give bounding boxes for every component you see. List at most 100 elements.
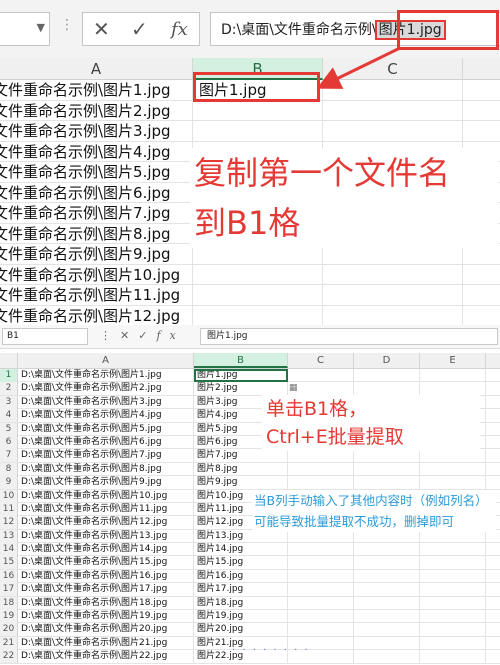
cell-b[interactable]: 图片19.jpg [194, 610, 288, 624]
row-header[interactable]: 3 [0, 395, 18, 409]
cell-c[interactable] [288, 610, 354, 624]
cell-c[interactable] [288, 556, 354, 570]
cell-d[interactable] [354, 623, 420, 637]
cell-a[interactable]: D:\桌面\文件重命名示例\图片6.jpg [18, 435, 194, 449]
cell-a[interactable]: D:\桌面\文件重命名示例\图片4.jpg [18, 409, 194, 423]
cell-c[interactable] [288, 543, 354, 557]
cell-a[interactable]: D:\桌面\文件重命名示例\图片8.jpg [18, 462, 194, 476]
cell-b[interactable]: 图片18.jpg [194, 596, 288, 610]
cell-e[interactable] [420, 369, 486, 382]
row-header[interactable]: 9 [0, 476, 18, 490]
cell-c[interactable] [288, 369, 354, 382]
cell-b[interactable]: 图片2.jpg [194, 382, 288, 396]
cell-b[interactable]: 图片8.jpg [194, 462, 288, 476]
row-header[interactable]: 5 [0, 422, 18, 436]
row-header[interactable]: 14 [0, 543, 18, 557]
row-header[interactable]: 10 [0, 489, 18, 503]
row-header[interactable]: 22 [0, 650, 18, 664]
cell-b[interactable]: 图片14.jpg [194, 543, 288, 557]
cell-e[interactable] [420, 623, 486, 637]
cell-d[interactable] [354, 449, 420, 463]
cell-e[interactable] [420, 636, 486, 650]
column-header-d[interactable]: D [354, 353, 420, 368]
cell-e[interactable] [420, 449, 486, 463]
cell-a[interactable]: D:\桌面\文件重命名示例\图片10.jpg [18, 489, 194, 503]
cell-e[interactable] [420, 583, 486, 597]
cell-a[interactable]: D:\桌面\文件重命名示例\图片9.jpg [18, 476, 194, 490]
cell-c[interactable] [288, 623, 354, 637]
column-header-e[interactable]: E [420, 353, 486, 368]
cell-a[interactable]: D:\桌面\文件重命名示例\图片12.jpg [18, 516, 194, 530]
cell-a[interactable]: D:\桌面\文件重命名示例\图片11.jpg [18, 502, 194, 516]
cell-e[interactable] [420, 543, 486, 557]
cell-a[interactable]: D:\桌面\文件重命名示例\图片14.jpg [18, 543, 194, 557]
cell-d[interactable] [354, 556, 420, 570]
cell-e[interactable] [420, 569, 486, 583]
name-box-small[interactable]: B1 [2, 328, 88, 345]
column-header-b[interactable]: B [194, 353, 288, 368]
cell-a[interactable]: D:\桌面\文件重命名示例\图片1.jpg [18, 369, 194, 382]
row-header[interactable]: 19 [0, 610, 18, 624]
select-all-corner[interactable] [0, 353, 18, 368]
cell-d[interactable] [354, 543, 420, 557]
cell-d[interactable] [354, 610, 420, 624]
cell-a[interactable]: D:\桌面\文件重命名示例\图片7.jpg [18, 449, 194, 463]
row-header[interactable]: 6 [0, 435, 18, 449]
cell-c[interactable] [288, 583, 354, 597]
cell-e[interactable] [420, 650, 486, 664]
cell-a[interactable]: D:\桌面\文件重命名示例\图片16.jpg [18, 569, 194, 583]
cell-e[interactable] [420, 610, 486, 624]
cell-c[interactable] [288, 449, 354, 463]
row-header[interactable]: 15 [0, 556, 18, 570]
column-header-c[interactable]: C [288, 353, 354, 368]
cell-a[interactable]: D:\桌面\文件重命名示例\图片19.jpg [18, 610, 194, 624]
row-header[interactable]: 20 [0, 623, 18, 637]
cell-e[interactable] [420, 556, 486, 570]
cell-b[interactable]: 图片9.jpg [194, 476, 288, 490]
cell-c[interactable] [288, 476, 354, 490]
cell-d[interactable] [354, 583, 420, 597]
cell-d[interactable] [354, 369, 420, 382]
cell-b[interactable]: 图片17.jpg [194, 583, 288, 597]
cell-d[interactable] [354, 596, 420, 610]
cell-b[interactable]: 图片7.jpg [194, 449, 288, 463]
cell-d[interactable] [354, 569, 420, 583]
cell-e[interactable] [420, 462, 486, 476]
cell-c[interactable] [288, 462, 354, 476]
cell-d[interactable] [354, 462, 420, 476]
row-header[interactable]: 18 [0, 596, 18, 610]
flash-fill-icon[interactable]: ▦ [289, 383, 298, 393]
cell-a[interactable]: D:\桌面\文件重命名示例\图片18.jpg [18, 596, 194, 610]
cell-a[interactable]: D:\桌面\文件重命名示例\图片15.jpg [18, 556, 194, 570]
row-header[interactable]: 16 [0, 569, 18, 583]
cell-e[interactable] [420, 476, 486, 490]
row-header[interactable]: 4 [0, 409, 18, 423]
cell-a[interactable]: D:\桌面\文件重命名示例\图片3.jpg [18, 395, 194, 409]
cell-b[interactable]: 图片15.jpg [194, 556, 288, 570]
cell-d[interactable] [354, 636, 420, 650]
cell-a[interactable]: D:\桌面\文件重命名示例\图片2.jpg [18, 382, 194, 396]
cell-a[interactable]: D:\桌面\文件重命名示例\图片17.jpg [18, 583, 194, 597]
cell-a[interactable]: D:\桌面\文件重命名示例\图片20.jpg [18, 623, 194, 637]
row-header[interactable]: 21 [0, 636, 18, 650]
row-header[interactable]: 7 [0, 449, 18, 463]
row-header[interactable]: 11 [0, 502, 18, 516]
cell-d[interactable] [354, 476, 420, 490]
cell-e[interactable] [420, 596, 486, 610]
cell-e[interactable] [420, 382, 486, 396]
column-header-a[interactable]: A [18, 353, 194, 368]
row-header[interactable]: 2 [0, 382, 18, 396]
row-header[interactable]: 17 [0, 583, 18, 597]
cell-c[interactable] [288, 596, 354, 610]
cell-d[interactable] [354, 650, 420, 664]
row-header[interactable]: 12 [0, 516, 18, 530]
row-header[interactable]: 1 [0, 369, 18, 382]
cell-a[interactable]: D:\桌面\文件重命名示例\图片13.jpg [18, 529, 194, 543]
cell-b[interactable]: 图片16.jpg [194, 569, 288, 583]
row-header[interactable]: 8 [0, 462, 18, 476]
cell-d[interactable] [354, 382, 420, 396]
row-header[interactable]: 13 [0, 529, 18, 543]
cell-b[interactable]: 图片20.jpg [194, 623, 288, 637]
cell-a[interactable]: D:\桌面\文件重命名示例\图片22.jpg [18, 650, 194, 664]
cell-a[interactable]: D:\桌面\文件重命名示例\图片5.jpg [18, 422, 194, 436]
